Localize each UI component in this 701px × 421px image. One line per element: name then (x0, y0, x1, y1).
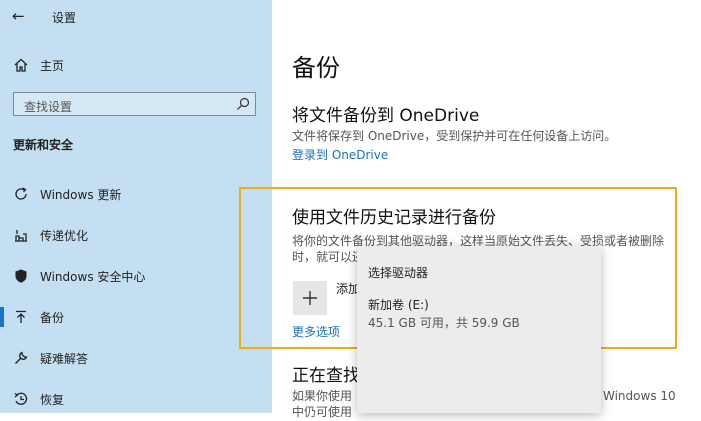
older-backup-description-tail: Windows 10 (603, 389, 676, 403)
search-icon[interactable] (236, 97, 250, 111)
shield-icon (15, 269, 27, 283)
flyout-title: 选择驱动器 (368, 266, 429, 280)
sidebar-item-windows-update[interactable]: Windows 更新 (0, 177, 272, 211)
drive-space: 45.1 GB 可用，共 59.9 GB (368, 316, 520, 330)
back-arrow-icon[interactable]: ← (12, 6, 25, 26)
recovery-icon (14, 392, 28, 405)
sidebar-item-label: 传递优化 (40, 229, 89, 243)
search-input[interactable]: 查找设置 (13, 92, 256, 116)
onedrive-description: 文件将保存到 OneDrive，受到保护并可在任何设备上访问。 (292, 129, 617, 143)
sidebar-item-recovery[interactable]: 恢复 (0, 382, 272, 416)
sidebar-item-backup[interactable]: 备份 (0, 300, 272, 334)
sidebar-item-label: 疑难解答 (40, 352, 89, 366)
backup-arrow-icon (16, 310, 26, 323)
onedrive-signin-link[interactable]: 登录到 OneDrive (292, 146, 388, 163)
older-backup-heading: 正在查找 (292, 366, 360, 386)
sidebar: ← 设置 主页 查找设置 更新和安全 Windows 更新 传递优化 Windo… (0, 0, 272, 413)
select-drive-flyout: 选择驱动器 新加卷 (E:) 45.1 GB 可用，共 59.9 GB (357, 246, 601, 413)
refresh-icon (15, 187, 27, 200)
sidebar-item-label: Windows 更新 (40, 188, 122, 202)
sidebar-item-label: 备份 (40, 311, 65, 325)
drive-option[interactable]: 新加卷 (E:) 45.1 GB 可用，共 59.9 GB (357, 290, 601, 334)
home-icon (14, 58, 28, 72)
older-backup-description-line1: 如果你使用 (292, 389, 353, 403)
title-bar: ← 设置 (0, 0, 272, 34)
sidebar-item-troubleshoot[interactable]: 疑难解答 (0, 341, 272, 375)
window-title: 设置 (52, 11, 77, 25)
page-title: 备份 (292, 54, 340, 82)
delivery-optimization-icon (15, 230, 27, 242)
sidebar-item-security-center[interactable]: Windows 安全中心 (0, 259, 272, 293)
search-placeholder: 查找设置 (24, 100, 73, 114)
wrench-icon (15, 351, 28, 364)
section-title: 更新和安全 (13, 138, 74, 152)
sidebar-item-delivery-optimization[interactable]: 传递优化 (0, 218, 272, 252)
sidebar-item-label: 恢复 (40, 393, 65, 407)
sidebar-item-label: Windows 安全中心 (40, 270, 146, 284)
sidebar-item-home[interactable]: 主页 (0, 48, 272, 82)
sidebar-item-label: 主页 (40, 59, 65, 73)
onedrive-heading: 将文件备份到 OneDrive (292, 106, 480, 126)
drive-name: 新加卷 (E:) (368, 298, 429, 312)
